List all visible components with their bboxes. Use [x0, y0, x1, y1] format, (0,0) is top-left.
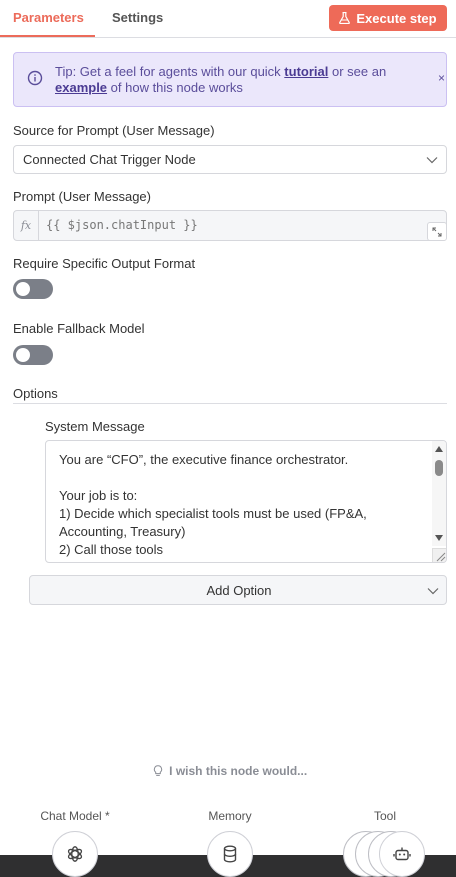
- output-format-toggle[interactable]: [13, 279, 53, 299]
- chat-model-label: Chat Model *: [40, 809, 110, 823]
- close-icon[interactable]: ×: [438, 71, 445, 85]
- fallback-model-label: Enable Fallback Model: [13, 321, 145, 336]
- add-option-button[interactable]: Add Option: [29, 575, 447, 605]
- chevron-down-icon: [426, 157, 438, 164]
- active-tab-indicator: [0, 35, 95, 37]
- tutorial-link[interactable]: tutorial: [284, 64, 328, 79]
- tab-settings[interactable]: Settings: [112, 10, 163, 25]
- scroll-down-arrow-icon[interactable]: [435, 535, 443, 541]
- execute-step-label: Execute step: [356, 10, 437, 26]
- expand-editor-button[interactable]: [427, 222, 447, 241]
- tab-parameters[interactable]: Parameters: [13, 10, 84, 25]
- prompt-expression-value: {{ $json.chatInput }}: [46, 218, 198, 232]
- example-link[interactable]: example: [55, 80, 107, 95]
- tip-middle: or see an: [328, 64, 387, 79]
- execute-step-button[interactable]: Execute step: [329, 5, 447, 31]
- resize-grip-icon: [436, 552, 446, 562]
- tip-prefix: Tip: Get a feel for agents with our quic…: [55, 64, 285, 79]
- tab-bar: Parameters Settings Execute step: [0, 0, 456, 38]
- memory-connector[interactable]: [207, 831, 253, 877]
- chevron-down-icon: [427, 588, 439, 595]
- database-icon: [223, 845, 237, 863]
- fx-icon: fx: [14, 211, 39, 240]
- scrollbar[interactable]: [432, 441, 446, 546]
- source-prompt-select[interactable]: Connected Chat Trigger Node: [13, 145, 447, 174]
- tip-suffix: of how this node works: [107, 80, 243, 95]
- robot-icon: [393, 847, 411, 861]
- expand-icon: [432, 227, 442, 236]
- flask-icon: [339, 12, 351, 24]
- openai-icon: [67, 846, 83, 862]
- add-option-label: Add Option: [206, 583, 272, 598]
- output-format-label: Require Specific Output Format: [13, 256, 196, 271]
- toggle-knob: [16, 282, 30, 296]
- system-message-label: System Message: [45, 419, 145, 434]
- options-heading: Options: [13, 386, 58, 401]
- prompt-label: Prompt (User Message): [13, 189, 151, 204]
- tool-connector[interactable]: [379, 831, 425, 877]
- toggle-knob: [16, 348, 30, 362]
- feature-request-link[interactable]: I wish this node would...: [0, 764, 456, 778]
- chat-model-connector[interactable]: [52, 831, 98, 877]
- info-icon: [27, 70, 43, 86]
- options-divider: [13, 403, 447, 404]
- source-prompt-value: Connected Chat Trigger Node: [23, 152, 196, 167]
- memory-label: Memory: [208, 809, 252, 823]
- lightbulb-icon: [153, 765, 162, 776]
- tool-label: Tool: [373, 809, 396, 823]
- resize-handle[interactable]: [432, 548, 446, 562]
- prompt-expression-input[interactable]: fx {{ $json.chatInput }}: [13, 210, 447, 241]
- scroll-up-arrow-icon[interactable]: [435, 446, 443, 452]
- tip-banner: Tip: Get a feel for agents with our quic…: [13, 52, 447, 107]
- fallback-model-toggle[interactable]: [13, 345, 53, 365]
- system-message-text: You are “CFO”, the executive finance orc…: [59, 452, 367, 562]
- source-prompt-label: Source for Prompt (User Message): [13, 123, 215, 138]
- tip-text: Tip: Get a feel for agents with our quic…: [55, 64, 410, 96]
- feature-request-text: I wish this node would...: [169, 764, 308, 778]
- system-message-textarea[interactable]: You are “CFO”, the executive finance orc…: [45, 440, 447, 563]
- scrollbar-thumb[interactable]: [435, 460, 443, 476]
